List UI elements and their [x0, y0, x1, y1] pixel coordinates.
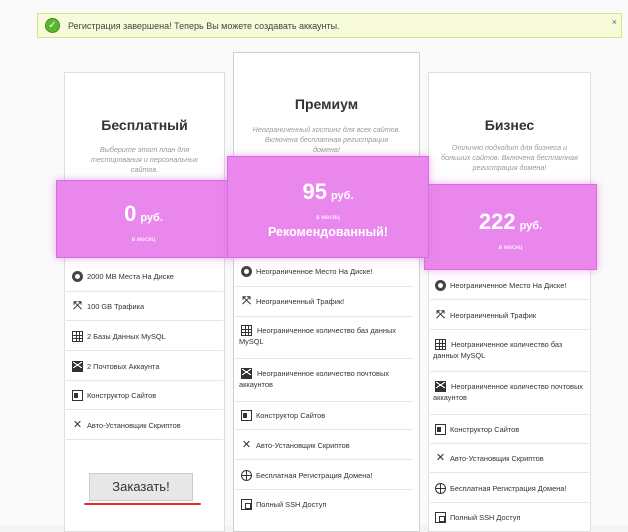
divider: [66, 380, 223, 381]
feature-text: Бесплатная Регистрация Домена!: [256, 471, 373, 480]
divider: [430, 371, 589, 372]
arrows-expand-icon: ⤧: [73, 300, 82, 312]
divider: [430, 472, 589, 473]
price-box-business: 222 руб. в месяц: [424, 184, 597, 270]
feature-text: 2 Почтовых Аккаунта: [87, 362, 160, 371]
price-currency: руб.: [519, 220, 543, 232]
divider: [66, 350, 223, 351]
price-period: в месяц: [131, 236, 156, 243]
divider: [235, 429, 413, 430]
price-period: в месяц: [316, 214, 340, 221]
check-circle-icon: ✓: [45, 18, 60, 33]
divider: [430, 329, 589, 330]
divider: [235, 358, 413, 359]
tools-icon: ✕: [72, 419, 83, 431]
pricing-page: ✓ Регистрация завершена! Теперь Вы может…: [0, 0, 628, 532]
divider: [235, 401, 413, 402]
disk-icon: [241, 266, 252, 277]
divider: [66, 320, 223, 321]
price-box-premium: 95 руб. в месяц Рекомендованный!: [227, 156, 429, 258]
feature-text: Неограниченное количество почтовых аккау…: [433, 382, 583, 402]
close-icon[interactable]: ×: [612, 17, 617, 27]
divider: [430, 414, 589, 415]
price-period: в месяц: [498, 244, 523, 251]
divider: [430, 502, 589, 503]
database-grid-icon: [72, 331, 83, 342]
feature-text: Полный SSH Доступ: [450, 513, 521, 522]
divider: [430, 299, 589, 300]
divider: [235, 316, 413, 317]
success-notice: ✓ Регистрация завершена! Теперь Вы может…: [37, 13, 622, 38]
globe-icon: [435, 483, 446, 494]
arrows-expand-icon: ⤧: [436, 309, 445, 321]
disk-icon: [72, 271, 83, 282]
order-button[interactable]: Заказать!: [89, 473, 193, 501]
site-builder-icon: [72, 390, 83, 401]
divider: [235, 459, 413, 460]
mail-icon: [72, 361, 83, 372]
divider: [430, 443, 589, 444]
arrows-expand-icon: ⤧: [242, 295, 251, 307]
feature-text: Авто-Установщик Скриптов: [87, 421, 181, 430]
divider: [66, 409, 223, 410]
feature-text: Конструктор Сайтов: [450, 425, 520, 434]
price-amount: 0: [124, 201, 137, 226]
plan-description: Неограниченный хостинг для всех сайтов. …: [252, 125, 401, 154]
divider: [235, 489, 413, 490]
feature-text: Неограниченное количество баз данных MyS…: [433, 340, 563, 360]
plan-title: Премиум: [294, 96, 359, 112]
price-amount: 222: [478, 209, 516, 234]
feature-text: Неограниченное Место На Диске!: [256, 267, 373, 276]
feature-text: 100 GB Трафика: [87, 302, 145, 311]
feature-text: Неограниченное количество баз данных MyS…: [239, 326, 396, 346]
feature-text: Неограниченное Место На Диске!: [450, 281, 567, 290]
feature-text: Конструктор Сайтов: [256, 411, 326, 420]
plan-title: Бесплатный: [101, 117, 188, 133]
feature-text: 2 Базы Данных MySQL: [87, 332, 166, 341]
feature-text: 2000 MB Места На Диске: [87, 272, 174, 281]
tools-icon: ✕: [241, 439, 252, 451]
tools-icon: ✕: [435, 452, 446, 464]
plan-description: Выберите этот план для тестирования и пе…: [91, 145, 198, 174]
divider: [66, 291, 223, 292]
plan-card-premium: Премиум Неограниченный хостинг для всех …: [233, 52, 420, 532]
divider: [235, 286, 413, 287]
ssh-icon: [435, 512, 446, 523]
plan-title: Бизнес: [484, 117, 535, 133]
recommended-badge: Рекомендованный!: [268, 225, 388, 239]
feature-text: Полный SSH Доступ: [256, 500, 327, 509]
notice-message: Регистрация завершена! Теперь Вы можете …: [68, 21, 340, 31]
highlight-underline: [84, 503, 201, 505]
feature-text: Авто-Установщик Скриптов: [256, 441, 350, 450]
price-amount: 95: [302, 179, 327, 204]
price-currency: руб.: [140, 212, 163, 224]
feature-text: Неограниченное количество почтовых аккау…: [239, 369, 389, 389]
divider: [66, 439, 223, 440]
feature-text: Неограниченный Трафик!: [256, 297, 345, 306]
feature-text: Бесплатная Регистрация Домена!: [450, 484, 567, 493]
site-builder-icon: [241, 410, 252, 421]
feature-text: Авто-Установщик Скриптов: [450, 454, 544, 463]
plan-description: Отлично подходит для бизнеса и больших с…: [441, 143, 578, 172]
feature-text: Конструктор Сайтов: [87, 391, 157, 400]
feature-text: Неограниченный Трафик: [450, 311, 537, 320]
price-box-free: 0 руб. в месяц: [56, 180, 231, 258]
disk-icon: [435, 280, 446, 291]
globe-icon: [241, 470, 252, 481]
ssh-icon: [241, 499, 252, 510]
site-builder-icon: [435, 424, 446, 435]
price-currency: руб.: [330, 190, 354, 202]
